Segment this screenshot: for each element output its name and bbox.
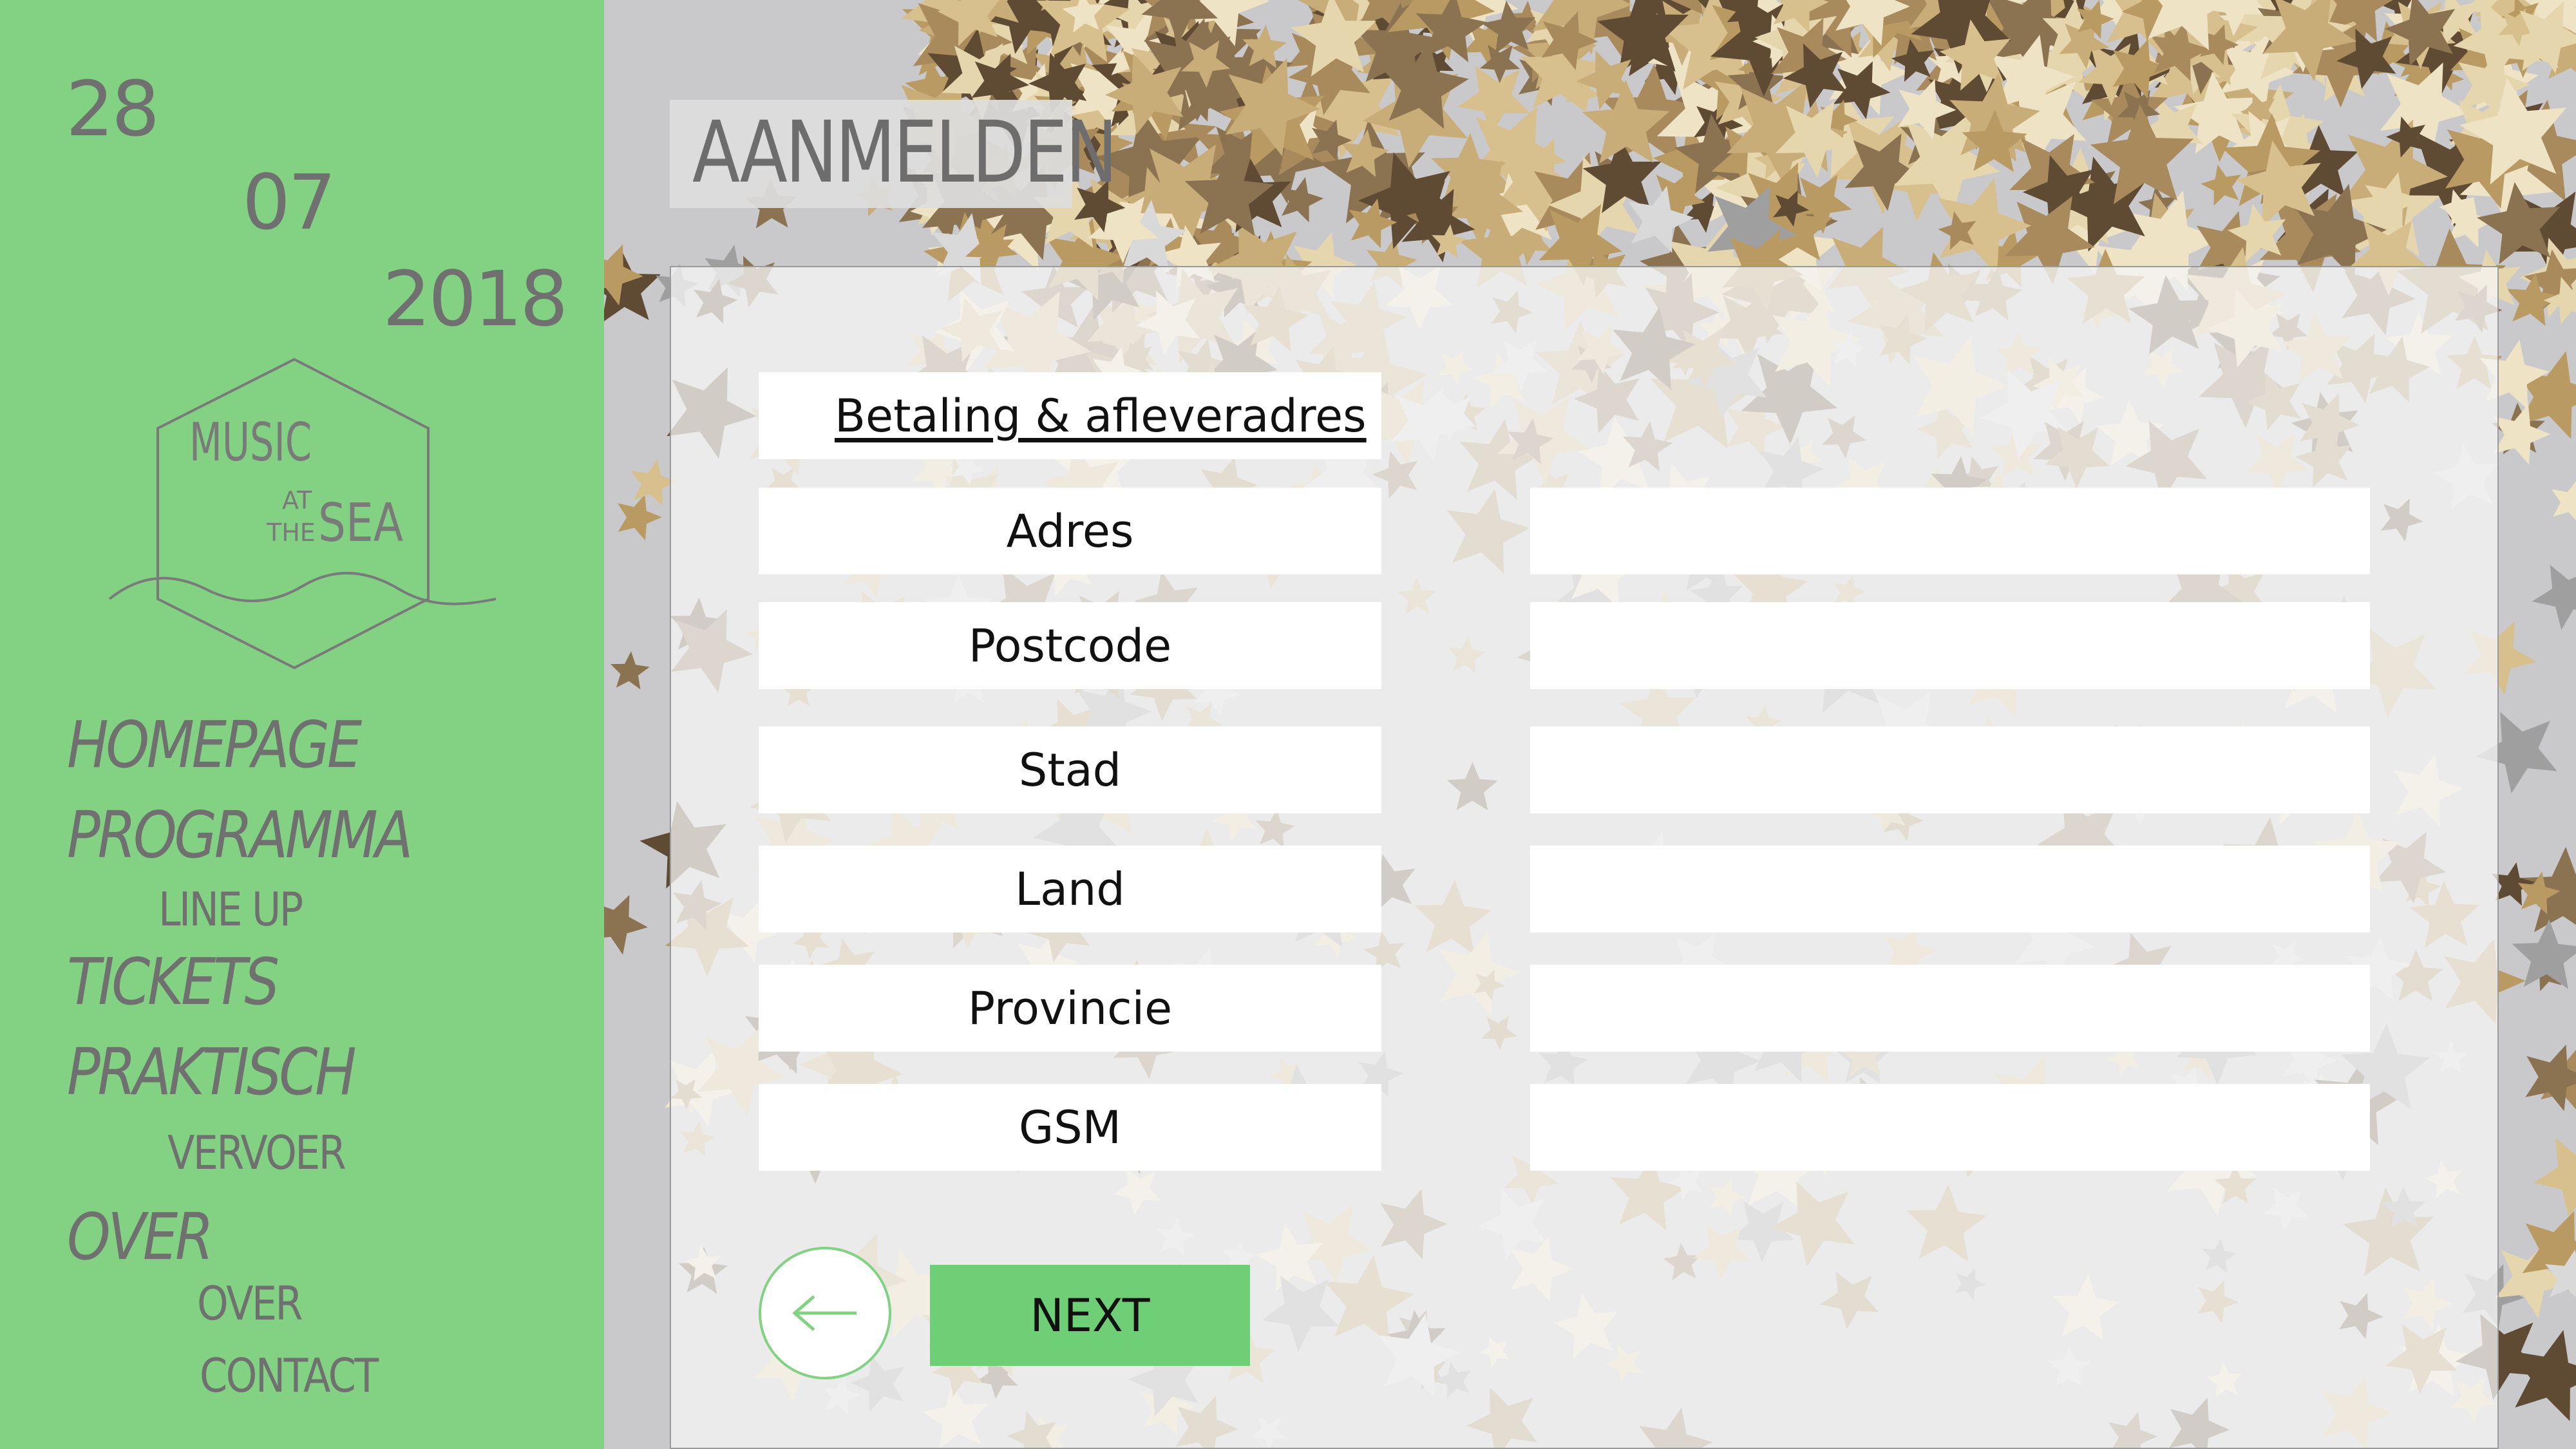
label-adres: Adres (759, 488, 1381, 574)
svg-text:THE: THE (266, 518, 316, 547)
star-decoration (618, 494, 662, 541)
nav-homepage[interactable]: HOMEPAGE (67, 707, 362, 782)
date-year: 2018 (383, 254, 568, 343)
star-decoration (2533, 1138, 2576, 1218)
nav-over[interactable]: OVER (67, 1199, 214, 1274)
svg-text:SEA: SEA (318, 493, 403, 554)
label-stad: Stad (759, 726, 1381, 813)
nav-vervoer[interactable]: VERVOER (167, 1126, 346, 1180)
postcode-input[interactable] (1530, 602, 2370, 689)
nav-over-sub[interactable]: OVER (197, 1276, 303, 1331)
section-label-text: Betaling & afleveradres (835, 389, 1367, 442)
label-provincie: Provincie (759, 965, 1381, 1052)
label-land: Land (759, 846, 1381, 933)
section-label: Betaling & afleveradres (759, 372, 1381, 459)
date-day: 28 (66, 64, 160, 153)
arrow-left-icon (792, 1295, 857, 1331)
next-button[interactable]: NEXT (930, 1265, 1250, 1366)
date-month: 07 (242, 158, 336, 247)
nav-contact[interactable]: CONTACT (200, 1349, 379, 1403)
star-decoration (604, 895, 648, 955)
gsm-input[interactable] (1530, 1084, 2370, 1171)
nav-praktisch[interactable]: PRAKTISCH (67, 1034, 357, 1110)
star-decoration (2201, 164, 2241, 206)
provincie-input[interactable] (1530, 965, 2370, 1052)
back-button[interactable] (759, 1247, 891, 1379)
sidebar: 28 07 2018 MUSIC AT THE SEA HOMEPAGE PRO… (0, 0, 604, 1449)
land-input[interactable] (1530, 846, 2370, 933)
star-decoration (2525, 1045, 2576, 1112)
nav-lineup[interactable]: LINE UP (158, 882, 303, 936)
star-decoration (610, 651, 650, 690)
stad-input[interactable] (1530, 726, 2370, 813)
nav-tickets[interactable]: TICKETS (67, 944, 279, 1019)
page-title: AANMELDEN (692, 103, 1118, 202)
svg-text:AT: AT (282, 486, 312, 515)
label-postcode: Postcode (759, 602, 1381, 689)
star-decoration (2532, 565, 2576, 630)
svg-text:MUSIC: MUSIC (189, 412, 312, 473)
adres-input[interactable] (1530, 488, 2370, 574)
music-at-the-sea-logo[interactable]: MUSIC AT THE SEA (103, 354, 515, 676)
label-gsm: GSM (759, 1084, 1381, 1171)
nav-programma[interactable]: PROGRAMMA (67, 797, 413, 873)
star-decoration (2552, 481, 2576, 520)
